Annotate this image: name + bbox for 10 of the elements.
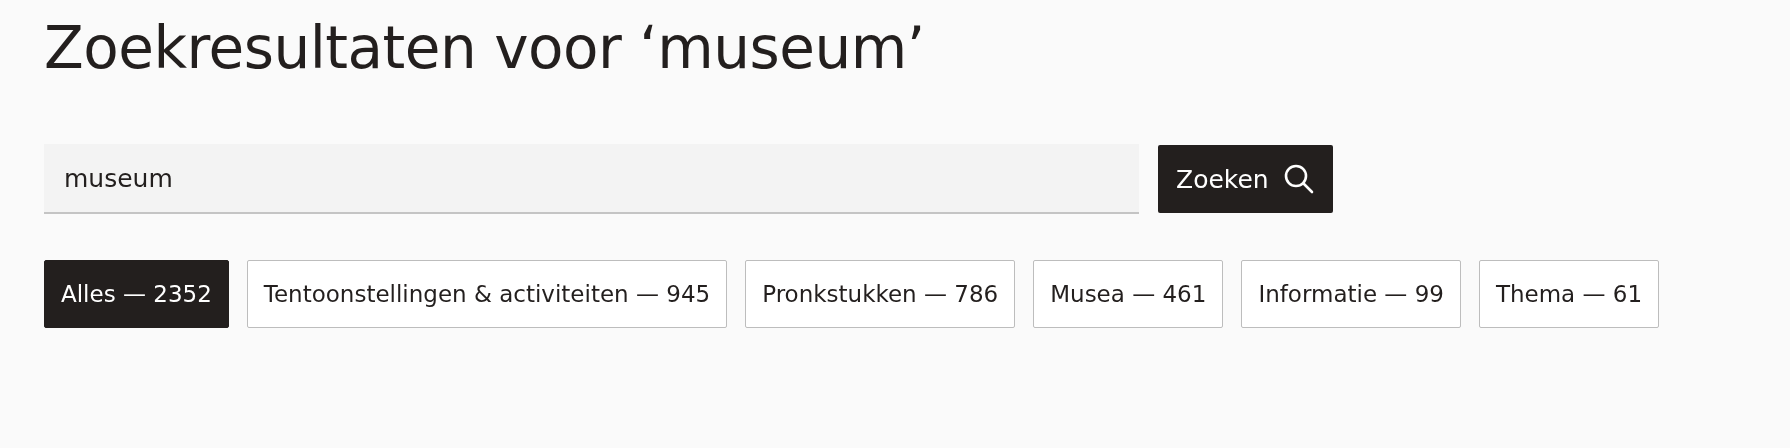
filter-tab[interactable]: Tentoonstellingen & activiteiten — 945	[246, 260, 728, 328]
filter-tab[interactable]: Musea — 461	[1033, 260, 1224, 328]
search-field[interactable]: museum	[44, 144, 1139, 214]
search-icon	[1282, 163, 1315, 195]
filter-tab[interactable]: Alles — 2352	[44, 260, 229, 328]
search-button[interactable]: Zoeken	[1158, 145, 1333, 213]
filter-tab[interactable]: Thema — 61	[1478, 260, 1660, 328]
filter-tab[interactable]: Informatie — 99	[1241, 260, 1461, 328]
page-title: Zoekresultaten voor ‘museum’	[44, 14, 926, 82]
filter-tab[interactable]: Pronkstukken — 786	[745, 260, 1016, 328]
